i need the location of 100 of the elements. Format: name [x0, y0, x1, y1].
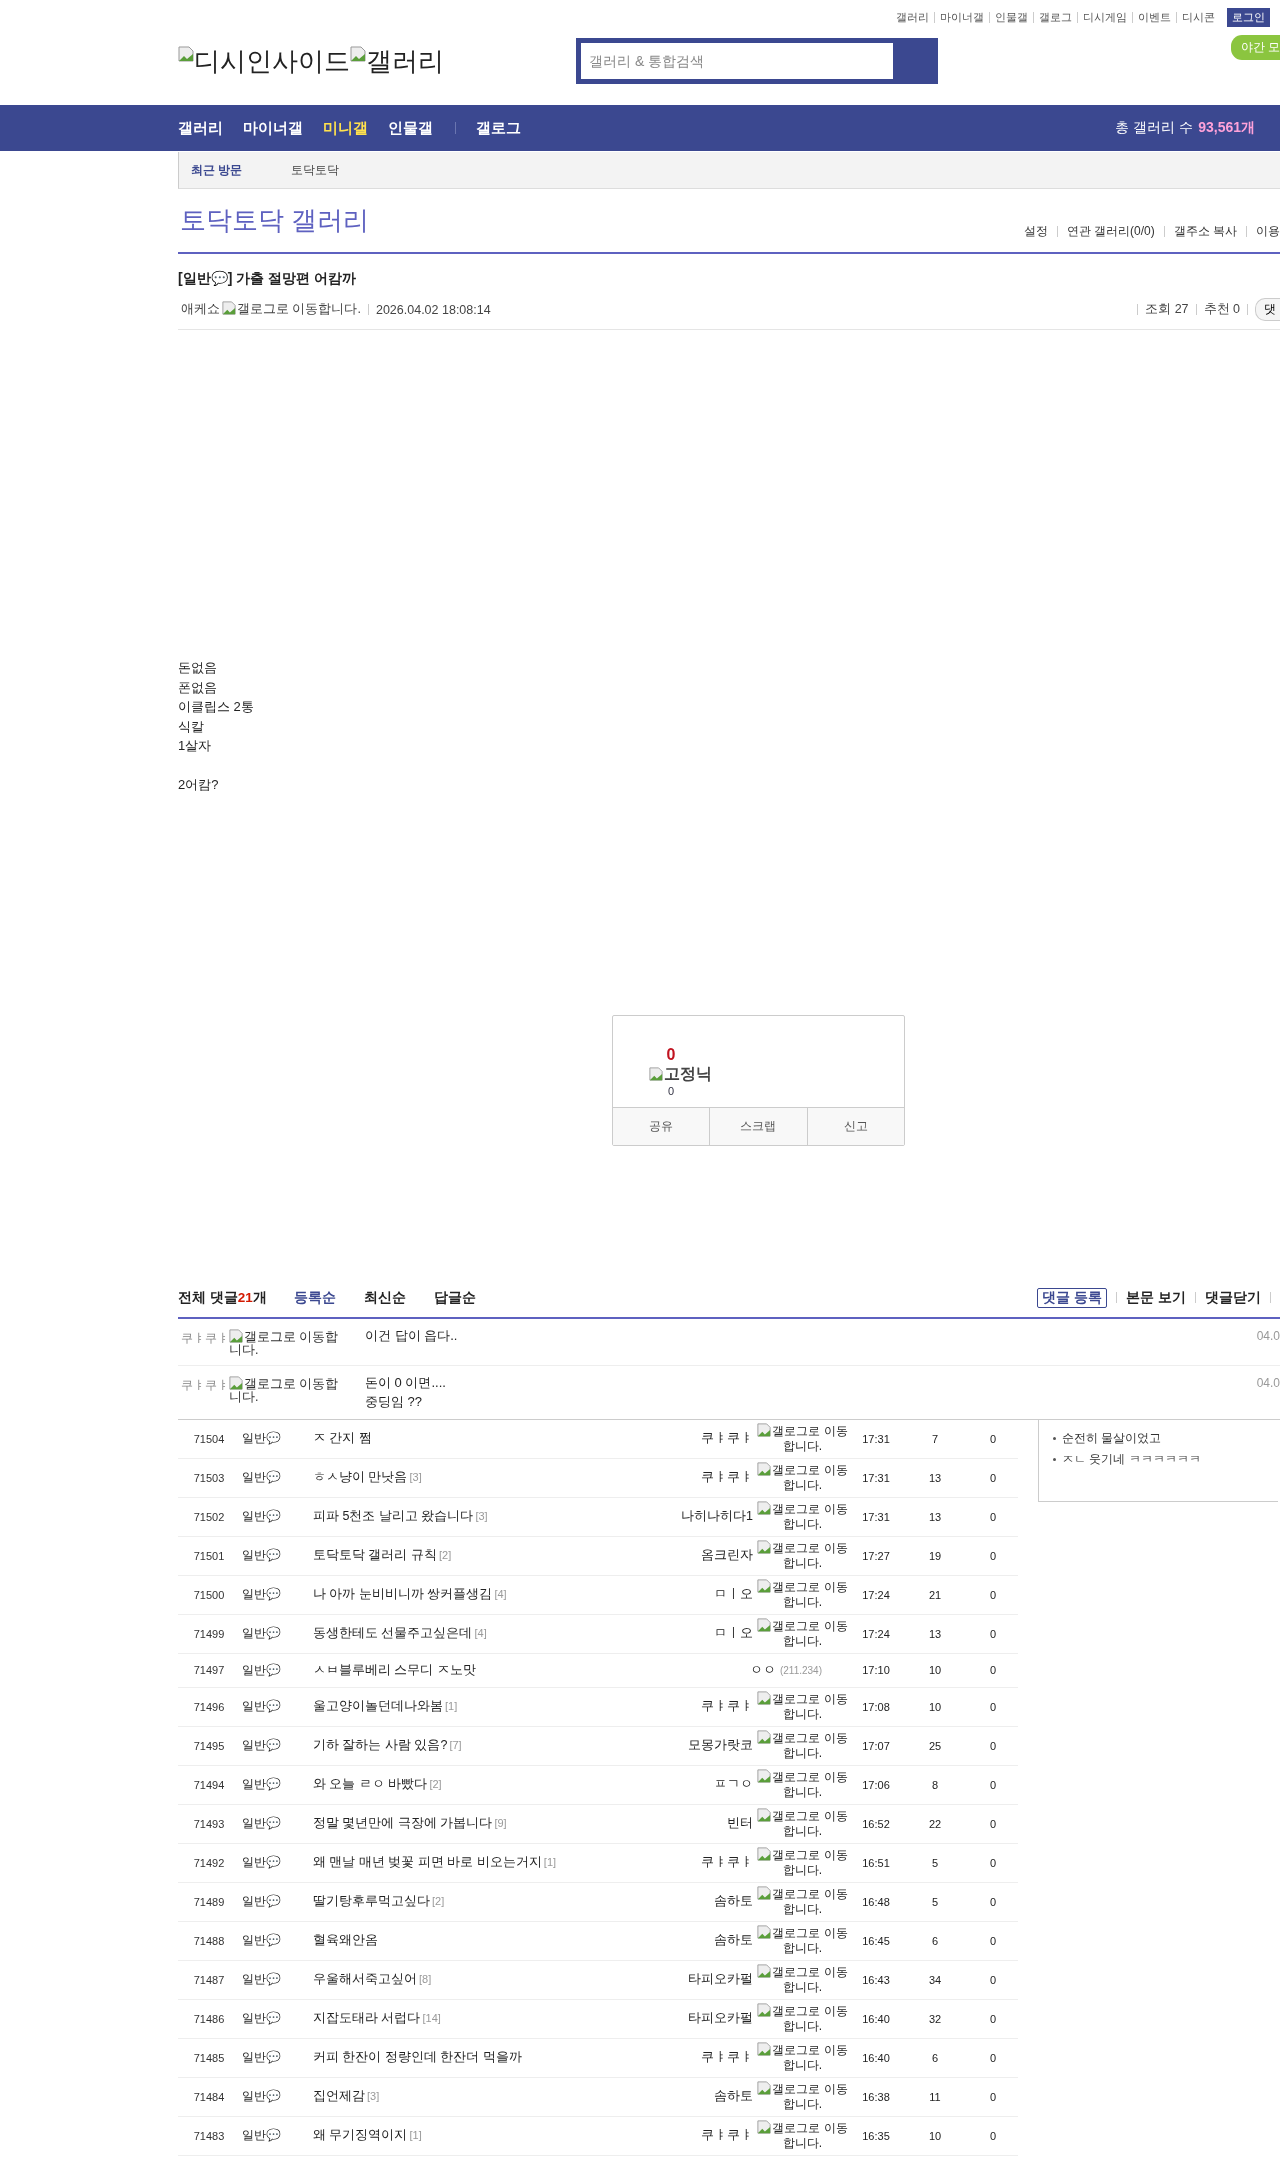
nav-item[interactable]: 인물갤 — [388, 118, 433, 138]
gallog-link[interactable]: 갤로그로 이동합니다. — [755, 1423, 850, 1455]
post-writer[interactable]: ㅁㅣ오 — [714, 1625, 753, 1643]
gallog-link[interactable]: 갤로그로 이동합니다. — [755, 1769, 850, 1801]
post-link[interactable]: 딸기탕후루먹고싶다 — [313, 1894, 430, 1909]
comment-writer[interactable]: 쿠ㅑ쿠ㅑ — [181, 1375, 229, 1394]
top-link[interactable]: 디시콘 — [1182, 10, 1215, 25]
post-writer[interactable]: ㅇㅇ — [749, 1661, 776, 1679]
nav-item[interactable]: 갤로그 — [476, 118, 521, 138]
sort-tab[interactable]: 답글순 — [433, 1288, 476, 1307]
post-link[interactable]: 지잡도태라 서럽다 — [313, 2011, 421, 2026]
post-title: [일반💬] 가출 절망편 어캄까 — [178, 270, 357, 288]
post-link[interactable]: ㅎㅅ냥이 만낫음 — [313, 1470, 408, 1485]
post-writer[interactable]: 쿠ㅑ쿠ㅑ — [701, 1469, 753, 1487]
post-link[interactable]: 토닥토닥 갤러리 규칙 — [313, 1548, 437, 1563]
post-writer[interactable]: 빈터 — [727, 1815, 753, 1833]
top-link[interactable]: 이벤트 — [1138, 10, 1171, 25]
top-link[interactable]: 디시게임 — [1083, 10, 1127, 25]
sort-tab[interactable]: 등록순 — [293, 1288, 336, 1307]
gallog-link[interactable]: 갤로그로 이동합니다. — [755, 2081, 850, 2113]
post-writer[interactable]: 쿠ㅑ쿠ㅑ — [701, 1698, 753, 1716]
side-link[interactable]: 순전히 물살이었고 — [1062, 1429, 1162, 1447]
gallog-link[interactable]: 갤로그로 이동합니다. — [229, 1328, 339, 1357]
search-field[interactable]: 갤러리 & 통합검색 — [576, 38, 938, 84]
post-writer[interactable]: 타피오카펄 — [688, 1971, 753, 1989]
post-writer[interactable]: 솜하토 — [714, 1893, 753, 1911]
post-link[interactable]: 혈육왜안옴 — [313, 1933, 378, 1948]
gallery-menu-link[interactable]: 이용 — [1256, 223, 1280, 240]
comment-writer[interactable]: 쿠ㅑ쿠ㅑ — [181, 1328, 229, 1347]
post-link[interactable]: 우울해서죽고싶어 — [313, 1972, 417, 1987]
post-number: 71484 — [192, 2090, 226, 2103]
gallog-link[interactable]: 갤로그로 이동합니다. — [755, 2003, 850, 2035]
gallery-menu-link[interactable]: 연관 갤러리(0/0) — [1066, 223, 1155, 240]
gallog-link[interactable]: 갤로그로 이동합니다. — [755, 1691, 850, 1723]
post-writer[interactable]: 솜하토 — [714, 2088, 753, 2106]
gallog-link[interactable]: 갤로그로 이동합니다. — [755, 1925, 850, 1957]
gallog-link[interactable]: 갤로그로 이동합니다. — [222, 301, 361, 318]
top-link[interactable]: 마이너갤 — [940, 10, 984, 25]
post-writer[interactable]: 애케쇼 — [181, 301, 220, 318]
post-writer[interactable]: 모몽가랏코 — [688, 1737, 753, 1755]
post-writer[interactable]: 타피오카펄 — [688, 2010, 753, 2028]
gallog-link[interactable]: 갤로그로 이동합니다. — [755, 2042, 850, 2074]
gallery-menu-link[interactable]: 설정 — [1023, 223, 1048, 240]
gallog-link[interactable]: 갤로그로 이동합니다. — [755, 1540, 850, 1572]
gallog-link[interactable]: 갤로그로 이동합니다. — [755, 1462, 850, 1494]
comment-button[interactable]: 댓 — [1255, 298, 1280, 321]
gallog-link[interactable]: 갤로그로 이동합니다. — [755, 1847, 850, 1879]
comment-action-link[interactable]: 본문 보기 — [1126, 1288, 1186, 1307]
gallery-title[interactable]: 토닥토닥 갤러리 — [180, 203, 370, 238]
recent-item[interactable]: 토닥토닥 — [291, 161, 339, 179]
post-link[interactable]: ㅅㅂ블루베리 스무디 ㅈ노맛 — [313, 1662, 476, 1677]
post-writer[interactable]: ㅍㄱㅇ — [714, 1776, 753, 1794]
post-link[interactable]: 정말 몇년만에 극장에 가봅니다 — [313, 1816, 493, 1831]
logo[interactable]: 디시인사이드 갤러리 — [178, 43, 576, 79]
view-count: 조회 27 — [1145, 301, 1189, 318]
reply-count: [14] — [422, 2012, 441, 2025]
post-link[interactable]: 나 아까 눈비비니까 쌍커플생김 — [313, 1587, 493, 1602]
comment-action-link[interactable]: 댓글닫기 — [1205, 1288, 1261, 1307]
post-type: 일반💬 — [241, 1547, 282, 1565]
post-link[interactable]: 기하 잘하는 사람 있음? — [313, 1738, 448, 1753]
gallog-link[interactable]: 갤로그로 이동합니다. — [229, 1375, 339, 1404]
gallog-link[interactable]: 갤로그로 이동합니다. — [755, 1501, 850, 1533]
post-link[interactable]: 울고양이놀던데나와봄 — [313, 1699, 443, 1714]
gallog-link[interactable]: 갤로그로 이동합니다. — [755, 1808, 850, 1840]
post-writer[interactable]: 나히나히다1 — [681, 1508, 753, 1526]
post-link[interactable]: 동생한테도 선물주고싶은데 — [313, 1626, 473, 1641]
post-writer[interactable]: 옴크린자 — [701, 1547, 753, 1565]
top-link[interactable]: 인물갤 — [995, 10, 1028, 25]
sort-tab[interactable]: 최신순 — [363, 1288, 406, 1307]
gallog-link[interactable]: 갤로그로 이동합니다. — [755, 1886, 850, 1918]
top-link[interactable]: 갤러리 — [896, 10, 929, 25]
post-action-button[interactable]: 신고 — [806, 1107, 904, 1145]
gallery-menu-link[interactable]: 갤주소 복사 — [1173, 223, 1237, 240]
gallog-link[interactable]: 갤로그로 이동합니다. — [755, 2120, 850, 2152]
post-link[interactable]: 커피 한잔이 정량인데 한잔더 먹을까 — [313, 2050, 522, 2065]
post-writer[interactable]: 쿠ㅑ쿠ㅑ — [701, 2049, 753, 2067]
post-writer[interactable]: 쿠ㅑ쿠ㅑ — [701, 1430, 753, 1448]
post-link[interactable]: 피파 5천조 날리고 왔습니다 — [313, 1509, 474, 1524]
gallog-link[interactable]: 갤로그로 이동합니다. — [755, 1618, 850, 1650]
side-link[interactable]: ㅈㄴ 웃기네 ㅋㅋㅋㅋㅋㅋ — [1062, 1450, 1201, 1468]
top-link[interactable]: 갤로그 — [1039, 10, 1072, 25]
login-button[interactable]: 로그인 — [1227, 8, 1270, 27]
post-action-button[interactable]: 공유 — [613, 1107, 710, 1145]
post-writer[interactable]: 쿠ㅑ쿠ㅑ — [701, 1854, 753, 1872]
gallog-link[interactable]: 갤로그로 이동합니다. — [755, 1964, 850, 1996]
nav-item[interactable]: 미니갤 — [323, 118, 368, 138]
post-link[interactable]: 왜 무기징역이지 — [313, 2128, 408, 2143]
nav-item[interactable]: 마이너갤 — [243, 118, 303, 138]
post-action-button[interactable]: 스크랩 — [709, 1107, 807, 1145]
post-link[interactable]: 와 오늘 ㄹㅇ 바빴다 — [313, 1777, 428, 1792]
post-writer[interactable]: 솜하토 — [714, 1932, 753, 1950]
post-link[interactable]: ㅈ 간지 쩜 — [313, 1431, 372, 1446]
post-writer[interactable]: ㅁㅣ오 — [714, 1586, 753, 1604]
nav-item[interactable]: 갤러리 — [178, 118, 223, 138]
comment-write-button[interactable]: 댓글 등록 — [1037, 1287, 1108, 1308]
gallog-link[interactable]: 갤로그로 이동합니다. — [755, 1579, 850, 1611]
post-link[interactable]: 집언제감 — [313, 2089, 365, 2104]
post-writer[interactable]: 쿠ㅑ쿠ㅑ — [701, 2127, 753, 2145]
gallog-link[interactable]: 갤로그로 이동합니다. — [755, 1730, 850, 1762]
post-link[interactable]: 왜 맨날 매년 벚꽃 피면 바로 비오는거지 — [313, 1855, 542, 1870]
